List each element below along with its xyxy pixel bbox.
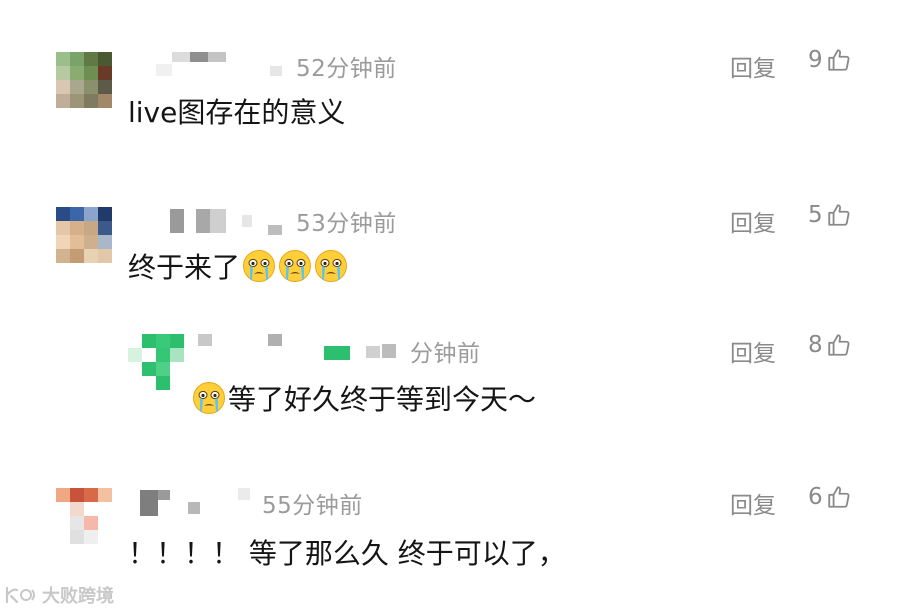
comment-text: 终于来了: [128, 246, 348, 286]
comment-text: ！！！！ 等了那么久 终于可以了，: [128, 532, 566, 572]
comment-time: 52分钟前: [296, 56, 397, 82]
crying-face-emoji-icon: [242, 249, 276, 283]
like-count: 8: [808, 332, 823, 358]
comment-text-content: ！！！！ 等了那么久 终于可以了，: [128, 537, 566, 570]
comment-text-content: 等了好久终于等到今天～: [228, 383, 537, 416]
like-count: 5: [808, 202, 823, 228]
comment-time: 分钟前: [410, 341, 481, 367]
like-button[interactable]: 9: [808, 47, 852, 73]
thumbs-up-icon: [826, 202, 852, 228]
thumbs-up-icon: [826, 47, 852, 73]
comment-text-content: 终于来了: [128, 251, 241, 284]
reply-button[interactable]: 回复: [730, 49, 776, 83]
like-count: 9: [808, 47, 823, 73]
watermark: 大败跨境: [4, 582, 114, 608]
username-redacted[interactable]: [196, 334, 396, 360]
like-button[interactable]: 8: [808, 332, 852, 358]
thumbs-up-icon: [826, 332, 852, 358]
crying-face-emoji-icon: [278, 249, 312, 283]
like-button[interactable]: 5: [808, 202, 852, 228]
username-redacted[interactable]: [130, 207, 290, 235]
username-redacted[interactable]: [130, 52, 290, 76]
like-button[interactable]: 6: [808, 484, 852, 510]
crying-face-emoji-icon: [314, 249, 348, 283]
comment-text-content: live图存在的意义: [128, 96, 346, 129]
comment-time: 53分钟前: [296, 211, 397, 237]
thumbs-up-icon: [826, 484, 852, 510]
comment-time: 55分钟前: [262, 493, 363, 519]
reply-button[interactable]: 回复: [730, 334, 776, 368]
username-redacted[interactable]: [130, 488, 270, 516]
watermark-text: 大败跨境: [42, 586, 114, 607]
like-count: 6: [808, 484, 823, 510]
comment-text: 等了好久终于等到今天～: [192, 378, 536, 418]
crying-face-emoji-icon: [192, 381, 226, 415]
reply-button[interactable]: 回复: [730, 204, 776, 238]
watermark-logo-icon: [5, 586, 35, 604]
comment-text: live图存在的意义: [128, 91, 345, 131]
avatar[interactable]: [56, 52, 112, 108]
avatar[interactable]: [128, 334, 184, 390]
avatar[interactable]: [56, 207, 112, 263]
avatar[interactable]: [56, 488, 112, 544]
reply-button[interactable]: 回复: [730, 486, 776, 520]
